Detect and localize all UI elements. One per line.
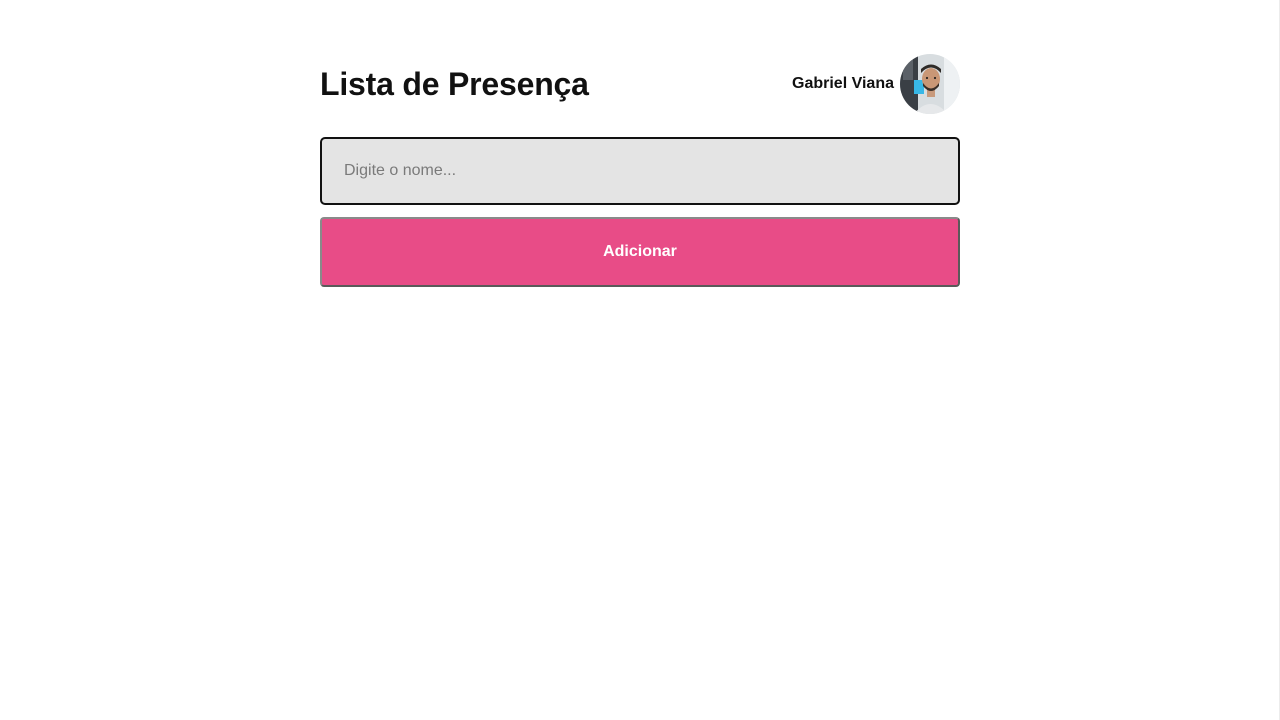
- user-profile: Gabriel Viana: [792, 54, 960, 114]
- page-title: Lista de Presença: [320, 65, 589, 102]
- attendance-container: Lista de Presença Gabriel Viana Digite o…: [320, 54, 960, 287]
- user-name: Gabriel Viana: [792, 75, 894, 92]
- user-avatar-icon: [900, 54, 960, 114]
- app-page: Lista de Presença Gabriel Viana Digite o…: [0, 0, 1280, 720]
- name-input[interactable]: [320, 137, 960, 205]
- add-button[interactable]: Adicionar: [320, 217, 960, 287]
- page-header: Lista de Presença Gabriel Viana: [320, 54, 960, 114]
